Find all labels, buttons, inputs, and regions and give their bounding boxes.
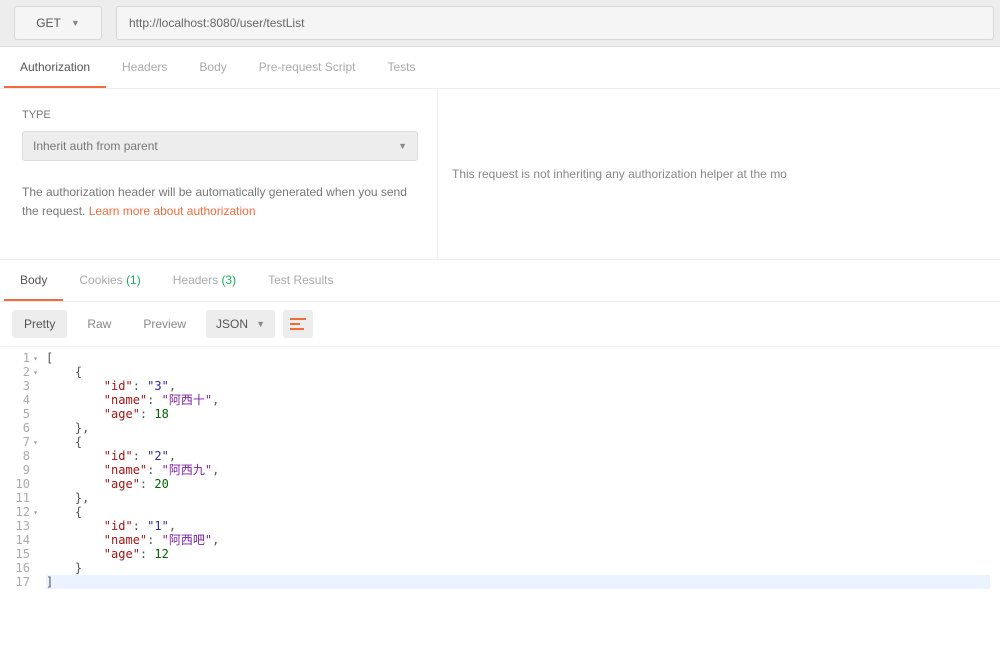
wrap-icon [290,317,306,331]
chevron-down-icon: ▼ [256,319,265,329]
headers-label: Headers [173,273,218,287]
url-input[interactable] [116,6,994,40]
code-lines: [ { "id": "3", "name": "阿西十", "age": 18 … [36,351,990,589]
response-toolbar: Pretty Raw Preview JSON ▼ [0,302,1000,347]
headers-count: (3) [221,273,236,287]
auth-row: TYPE Inherit auth from parent ▼ The auth… [0,89,1000,260]
auth-inherit-note: This request is not inheriting any autho… [438,89,1000,259]
tab-response-cookies[interactable]: Cookies (1) [63,260,156,301]
format-label: JSON [216,317,248,331]
auth-type-select[interactable]: Inherit auth from parent ▼ [22,131,418,161]
chevron-down-icon: ▼ [398,141,407,151]
line-gutter: 1 2 3 4 5 6 7 8 9 10 11 12 13 14 15 16 1… [10,351,36,589]
tab-response-body[interactable]: Body [4,260,63,301]
auth-type-label: TYPE [22,109,415,121]
tab-authorization[interactable]: Authorization [4,47,106,88]
cookies-count: (1) [126,273,141,287]
cookies-label: Cookies [79,273,122,287]
tab-body[interactable]: Body [183,47,242,88]
wrap-lines-button[interactable] [283,310,313,338]
tab-response-testresults[interactable]: Test Results [252,260,349,301]
tab-tests[interactable]: Tests [371,47,431,88]
request-tabs: Authorization Headers Body Pre-request S… [0,47,1000,89]
format-select[interactable]: JSON ▼ [206,310,275,338]
auth-help-text: The authorization header will be automat… [22,183,415,220]
response-body-viewer[interactable]: 1 2 3 4 5 6 7 8 9 10 11 12 13 14 15 16 1… [0,347,1000,589]
tab-prerequest[interactable]: Pre-request Script [243,47,372,88]
response-tabs: Body Cookies (1) Headers (3) Test Result… [0,260,1000,302]
auth-learn-more-link[interactable]: Learn more about authorization [89,204,256,218]
auth-panel: TYPE Inherit auth from parent ▼ The auth… [0,89,438,259]
request-bar: GET ▼ [0,0,1000,47]
http-method-select[interactable]: GET ▼ [14,6,102,40]
auth-type-value: Inherit auth from parent [33,139,158,153]
tab-response-headers[interactable]: Headers (3) [157,260,252,301]
tab-headers[interactable]: Headers [106,47,183,88]
view-pretty-button[interactable]: Pretty [12,310,67,338]
view-preview-button[interactable]: Preview [131,310,198,338]
chevron-down-icon: ▼ [71,18,80,28]
view-raw-button[interactable]: Raw [75,310,123,338]
http-method-label: GET [36,16,61,30]
